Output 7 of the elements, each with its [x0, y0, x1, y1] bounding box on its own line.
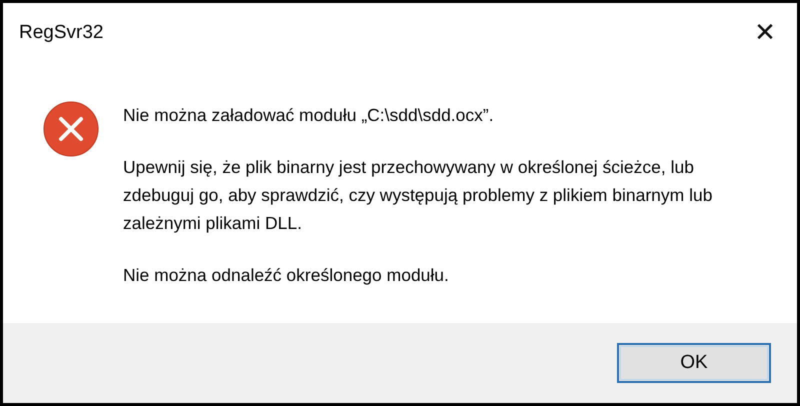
message-text: Nie można załadować modułu „C:\sdd\sdd.ocx”.: [123, 104, 495, 127]
error-icon: [43, 101, 99, 157]
message-text: Nie można odnaleźć określonego modułu.: [123, 264, 450, 287]
message-text: Upewnij się, że plik binarny jest przechowywany w określonej ścieżce, lub zdebuguj go, aby sprawdzić, czy występują problemy z plikiem binarnym lub zależnymi plikami DLL.: [123, 156, 714, 235]
window-title: RegSvr32: [19, 22, 104, 44]
close-button[interactable]: ✕: [735, 5, 795, 61]
ok-button[interactable]: OK: [617, 343, 771, 383]
